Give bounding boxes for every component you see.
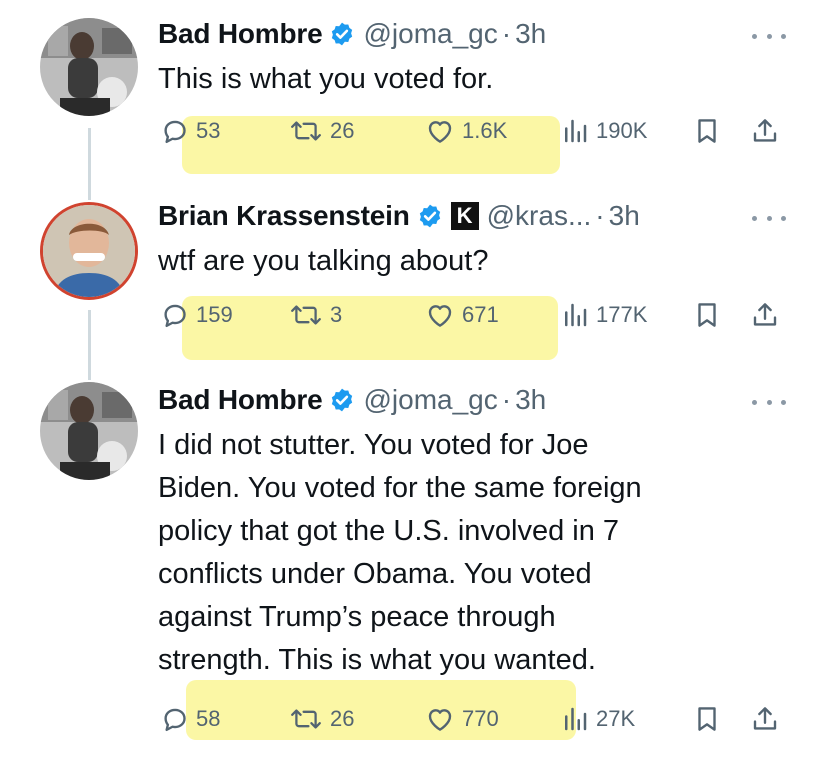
timestamp[interactable]: 3h [515,384,546,416]
tweet-text-line: conflicts under Obama. You voted [158,558,592,590]
reply-count: 53 [196,118,221,143]
separator-dot: · [501,18,512,49]
timestamp[interactable]: 3h [609,200,640,232]
reply-icon [160,116,190,146]
tweet-text: I did not stutter. You voted for Joe Bid… [158,424,778,682]
repost-count: 26 [330,118,355,143]
repost-count: 26 [330,706,355,731]
repost-icon [288,116,324,146]
verified-icon [329,387,355,413]
bookmark-button[interactable] [692,298,722,332]
like-count: 671 [462,302,499,327]
like-button[interactable]: 1.6K [424,114,507,148]
views-count: 27K [596,706,636,731]
views-button[interactable]: 27K [560,702,635,736]
like-button[interactable]: 770 [424,702,499,736]
author-handle[interactable]: @kras... [487,200,592,232]
like-icon [424,704,456,734]
views-icon [560,116,590,146]
like-icon [424,300,456,330]
more-icon[interactable] [752,397,786,407]
bookmark-icon [692,704,722,734]
share-icon [750,300,780,330]
author-name[interactable]: Bad Hombre [158,18,323,50]
share-icon [750,116,780,146]
author-handle[interactable]: @joma_gc [363,384,497,416]
more-icon[interactable] [752,31,786,41]
reply-button[interactable]: 159 [160,298,233,332]
timestamp[interactable]: 3h [515,18,546,50]
tweet-text: wtf are you talking about? [158,245,489,277]
affiliate-badge[interactable]: K [450,202,479,230]
avatar[interactable] [40,18,138,116]
views-icon [560,300,590,330]
repost-icon [288,300,324,330]
like-count: 1.6K [462,118,508,143]
separator-dot: · [501,384,512,415]
more-icon[interactable] [752,213,786,223]
reply-button[interactable]: 58 [160,702,220,736]
tweet-actions: 58 26 770 27K [0,702,828,736]
tweet-header: Bad Hombre @joma_gc · 3h [158,14,546,54]
views-icon [560,704,590,734]
reply-icon [160,300,190,330]
views-count: 177K [596,302,648,327]
bookmark-button[interactable] [692,702,722,736]
reply-icon [160,704,190,734]
views-button[interactable]: 177K [560,298,647,332]
tweet-text-line: strength. This is what you wanted. [158,644,596,676]
tweet-text-line: against Trump’s peace through [158,601,556,633]
like-button[interactable]: 671 [424,298,499,332]
bookmark-icon [692,300,722,330]
verified-icon [329,21,355,47]
bookmark-icon [692,116,722,146]
tweet-text: This is what you voted for. [158,63,494,95]
tweet-actions: 53 26 1.6K 190K [0,114,828,148]
views-button[interactable]: 190K [560,114,647,148]
share-button[interactable] [750,702,780,736]
tweet-header: Brian Krassenstein K @kras... · 3h [158,196,640,236]
reply-count: 159 [196,302,233,327]
share-button[interactable] [750,298,780,332]
tweet-text-line: policy that got the U.S. involved in 7 [158,515,620,547]
reply-count: 58 [196,706,221,731]
verified-icon [417,203,443,229]
like-icon [424,116,456,146]
repost-button[interactable]: 26 [288,114,354,148]
author-handle[interactable]: @joma_gc [363,18,497,50]
share-button[interactable] [750,114,780,148]
avatar[interactable] [40,202,138,300]
reply-button[interactable]: 53 [160,114,220,148]
views-count: 190K [596,118,648,143]
repost-count: 3 [330,302,343,327]
avatar[interactable] [40,382,138,480]
repost-button[interactable]: 3 [288,298,342,332]
separator-dot: · [595,200,605,231]
like-count: 770 [462,706,499,731]
tweet-text-line: Biden. You voted for the same foreign [158,472,642,504]
tweet-text-line: I did not stutter. You voted for Joe [158,429,589,461]
author-name[interactable]: Brian Krassenstein [158,200,410,232]
author-name[interactable]: Bad Hombre [158,384,323,416]
tweet-header: Bad Hombre @joma_gc · 3h [158,380,546,420]
share-icon [750,704,780,734]
repost-button[interactable]: 26 [288,702,354,736]
bookmark-button[interactable] [692,114,722,148]
repost-icon [288,704,324,734]
tweet-actions: 159 3 671 177K [0,298,828,332]
